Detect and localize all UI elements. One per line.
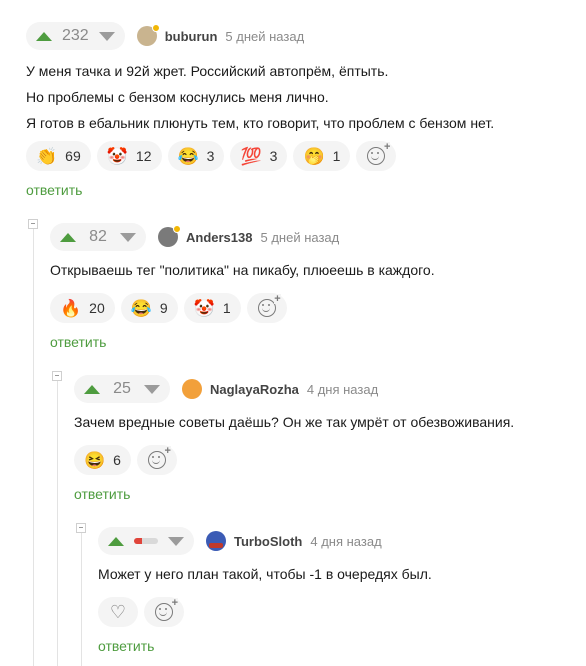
thread-line xyxy=(33,224,34,666)
laugh-icon: 😂 xyxy=(130,298,152,318)
comment-line: Зачем вредные советы даёшь? Он же так ум… xyxy=(74,414,515,430)
comment-score: 232 xyxy=(62,27,89,44)
comment-body: Зачем вредные советы даёшь? Он же так ум… xyxy=(74,409,514,435)
comment-time[interactable]: 4 дня назад xyxy=(307,382,378,397)
fire-icon: 🔥 xyxy=(60,298,82,318)
comment-score: 82 xyxy=(89,228,107,245)
reaction-count: 1 xyxy=(222,300,231,316)
vote-widget: 25 xyxy=(74,375,170,403)
comment-body: Открываешь тег "политика" на пикабу, плю… xyxy=(50,257,435,283)
add-reaction-icon: + xyxy=(367,142,391,165)
laugh-icon: 😂 xyxy=(177,146,199,166)
reactions-bar: 😆 6 + xyxy=(74,445,177,475)
reaction-clown[interactable]: 🤡 1 xyxy=(183,293,241,323)
comment-score: 25 xyxy=(113,380,131,397)
collapse-thread-button[interactable] xyxy=(28,219,38,229)
add-reaction-button[interactable]: + xyxy=(246,293,287,323)
reaction-grin[interactable]: 😆 6 xyxy=(74,445,131,475)
oops-icon: 🤭 xyxy=(303,146,325,166)
username[interactable]: buburun xyxy=(165,29,218,44)
avatar[interactable] xyxy=(206,531,226,551)
add-reaction-icon: + xyxy=(257,294,281,317)
username[interactable]: Anders138 xyxy=(186,230,252,245)
reply-link[interactable]: ответить xyxy=(98,638,154,654)
add-reaction-button[interactable]: + xyxy=(136,445,177,475)
reaction-count: 3 xyxy=(269,148,278,164)
avatar[interactable] xyxy=(158,225,181,247)
downvote-arrow-icon[interactable] xyxy=(144,384,160,394)
vote-widget xyxy=(98,527,194,555)
reaction-count: 20 xyxy=(89,300,105,316)
reaction-laugh[interactable]: 😂 3 xyxy=(167,141,225,171)
upvote-arrow-icon[interactable] xyxy=(108,536,124,546)
thread-line xyxy=(81,528,82,666)
reaction-laugh[interactable]: 😂 9 xyxy=(120,293,178,323)
comment-line: Я готов в ебальник плюнуть тем, кто гово… xyxy=(26,115,495,131)
vote-widget: 232 xyxy=(26,22,125,50)
username[interactable]: TurboSloth xyxy=(234,534,302,549)
upvote-arrow-icon[interactable] xyxy=(36,31,52,41)
reply-link[interactable]: ответить xyxy=(50,334,106,350)
upvote-arrow-icon[interactable] xyxy=(84,384,100,394)
reaction-count: 3 xyxy=(206,148,215,164)
downvote-arrow-icon[interactable] xyxy=(98,31,115,41)
reaction-oops[interactable]: 🤭 1 xyxy=(293,141,351,171)
upvote-arrow-icon[interactable] xyxy=(60,232,76,242)
reaction-clap[interactable]: 👏 69 xyxy=(26,141,91,171)
comment-line: Но проблемы с бензом коснулись меня личн… xyxy=(26,89,329,105)
reaction-count: 69 xyxy=(65,148,81,164)
reaction-count: 12 xyxy=(135,148,152,164)
reaction-clown[interactable]: 🤡 12 xyxy=(96,141,162,171)
comment-body: У меня тачка и 92й жрет. Российский авто… xyxy=(26,58,494,136)
reactions-bar: 🔥 20 😂 9 🤡 1 + xyxy=(50,293,287,323)
reaction-count: 9 xyxy=(159,300,168,316)
comment-line: Может у него план такой, чтобы -1 в очер… xyxy=(98,566,432,582)
reactions-bar: 👏 69 🤡 12 😂 3 💯 3 🤭 1 + xyxy=(26,141,397,171)
clown-icon: 🤡 xyxy=(106,146,128,166)
heart-icon: ♡ xyxy=(109,602,127,622)
add-reaction-button[interactable]: + xyxy=(144,597,184,627)
reply-link[interactable]: ответить xyxy=(26,182,82,198)
reactions-bar: ♡ + xyxy=(98,597,184,627)
reaction-count: 6 xyxy=(113,452,121,468)
vote-widget: 82 xyxy=(50,223,146,251)
reaction-fire[interactable]: 🔥 20 xyxy=(50,293,115,323)
reaction-count: 1 xyxy=(332,148,341,164)
collapse-thread-button[interactable] xyxy=(76,523,86,533)
grin-icon: 😆 xyxy=(84,450,106,470)
score-bar xyxy=(134,538,158,544)
avatar[interactable] xyxy=(136,24,160,46)
comment-time[interactable]: 5 дней назад xyxy=(225,29,304,44)
comment-body: Может у него план такой, чтобы -1 в очер… xyxy=(98,561,432,587)
downvote-arrow-icon[interactable] xyxy=(120,232,136,242)
avatar[interactable] xyxy=(182,379,202,399)
collapse-thread-button[interactable] xyxy=(52,371,62,381)
username[interactable]: NaglayaRozha xyxy=(210,382,299,397)
add-reaction-button[interactable]: + xyxy=(356,141,397,171)
online-indicator xyxy=(151,24,160,32)
score-bar-fill xyxy=(134,538,143,544)
reply-link[interactable]: ответить xyxy=(74,486,130,502)
comment-line: У меня тачка и 92й жрет. Российский авто… xyxy=(26,63,389,79)
thread-line xyxy=(57,376,58,666)
comment-time[interactable]: 5 дней назад xyxy=(260,230,339,245)
comment-time[interactable]: 4 дня назад xyxy=(310,534,381,549)
online-indicator xyxy=(173,225,181,233)
clap-icon: 👏 xyxy=(36,146,58,166)
add-reaction-icon: + xyxy=(147,446,171,469)
add-reaction-icon: + xyxy=(155,598,178,621)
reaction-hundred[interactable]: 💯 3 xyxy=(230,141,288,171)
clown-icon: 🤡 xyxy=(193,298,215,318)
hundred-icon: 💯 xyxy=(240,146,262,166)
like-button[interactable]: ♡ xyxy=(98,597,138,627)
comment-line: Открываешь тег "политика" на пикабу, плю… xyxy=(50,262,435,278)
downvote-arrow-icon[interactable] xyxy=(168,536,184,546)
